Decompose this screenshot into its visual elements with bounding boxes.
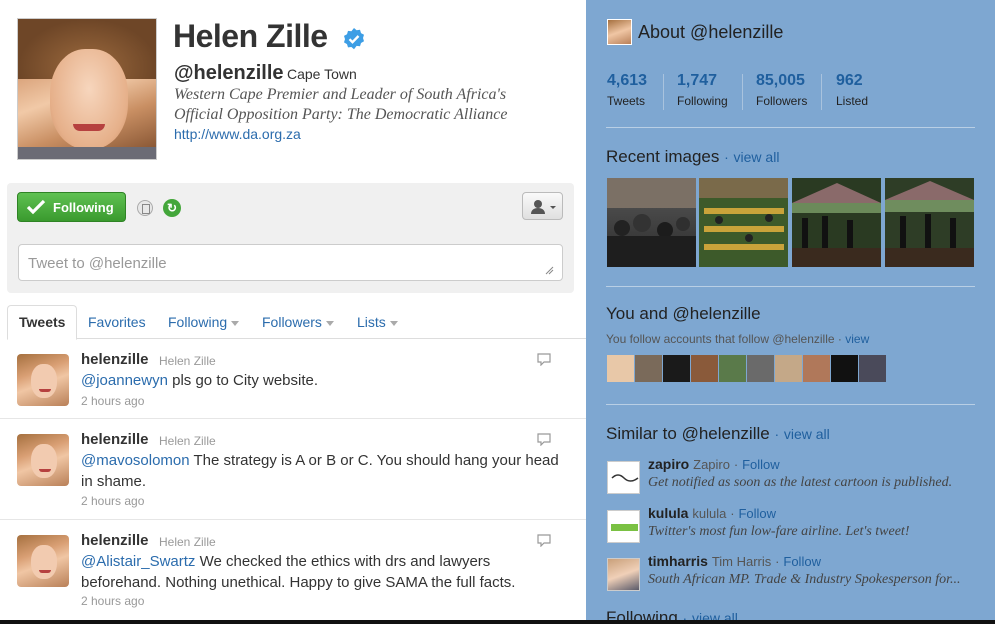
mutual-follower-avatar[interactable]: [607, 355, 634, 382]
similar-account-avatar[interactable]: [607, 461, 640, 494]
similar-account-avatar[interactable]: [607, 558, 640, 591]
tweet-avatar[interactable]: [17, 535, 69, 587]
tweet-text: @Alistair_Swartz We checked the ethics w…: [81, 553, 516, 591]
resize-handle-icon[interactable]: [544, 265, 554, 275]
mutual-follower-avatar[interactable]: [775, 355, 802, 382]
caret-down-icon: [389, 320, 398, 326]
about-avatar[interactable]: [607, 19, 632, 45]
tweet-timestamp[interactable]: 2 hours ago: [81, 394, 144, 408]
stat-following[interactable]: 1,747 Following: [677, 72, 728, 110]
tweet-mention-link[interactable]: @Alistair_Swartz: [81, 553, 195, 570]
similar-follow-link[interactable]: Follow: [742, 457, 780, 472]
reply-icon[interactable]: [537, 433, 551, 446]
stat-followers[interactable]: 85,005 Followers: [756, 72, 807, 110]
tweet-text: @joannewyn pls go to City website.: [81, 372, 319, 389]
tweet-item[interactable]: helenzille Helen Zille @mavosolomon The …: [0, 419, 586, 520]
similar-username[interactable]: kulula: [648, 505, 688, 521]
tweet-username[interactable]: helenzille: [81, 351, 149, 368]
mutual-follower-avatar[interactable]: [635, 355, 662, 382]
tweet-display-name: Helen Zille: [159, 434, 216, 448]
similar-follow-link[interactable]: Follow: [738, 506, 776, 521]
tweet-display-name: Helen Zille: [159, 535, 216, 549]
tweet-display-name: Helen Zille: [159, 354, 216, 368]
retweets-icon[interactable]: ↻: [163, 199, 181, 217]
mutual-follower-avatar[interactable]: [663, 355, 690, 382]
mutual-follower-avatar[interactable]: [831, 355, 858, 382]
device-notifications-icon[interactable]: [137, 200, 153, 216]
person-icon: [531, 200, 556, 214]
tab-tweets[interactable]: Tweets: [7, 305, 78, 340]
tweet-to-input[interactable]: Tweet to @helenzille: [18, 244, 563, 281]
similar-follow-link[interactable]: Follow: [783, 554, 821, 569]
user-actions-dropdown[interactable]: [522, 192, 563, 220]
recent-image-thumb[interactable]: [885, 178, 974, 267]
mutual-follower-avatar[interactable]: [859, 355, 886, 382]
profile-avatar[interactable]: [17, 18, 157, 160]
sidebar: About @helenzille 4,613 Tweets 1,747 Follo…: [586, 0, 995, 620]
profile-url-link[interactable]: http://www.da.org.za: [174, 126, 301, 142]
tweet-username[interactable]: helenzille: [81, 431, 149, 448]
stat-tweets[interactable]: 4,613 Tweets: [607, 72, 647, 110]
action-panel: Following ↻ Tweet to @helenzille: [7, 183, 574, 293]
tweet-mention-link[interactable]: @joannewyn: [81, 372, 168, 389]
following-button-label: Following: [53, 199, 114, 215]
window-bottom-edge: [0, 620, 995, 624]
similar-bio: South African MP. Trade & Industry Spoke…: [648, 572, 961, 587]
following-view-all-link[interactable]: view all: [692, 610, 738, 620]
recent-images-view-all-link[interactable]: view all: [734, 149, 780, 165]
recent-image-thumb[interactable]: [607, 178, 696, 267]
tab-followers[interactable]: Followers: [262, 305, 334, 339]
tweet-input-placeholder: Tweet to @helenzille: [28, 255, 167, 272]
similar-bio: Twitter's most fun low-fare airline. Let…: [648, 524, 910, 539]
profile-handle: @helenzille: [174, 62, 284, 84]
tweet-avatar[interactable]: [17, 434, 69, 486]
caret-down-icon: [231, 320, 240, 326]
tweet-avatar[interactable]: [17, 354, 69, 406]
tweet-text: @mavosolomon The strategy is A or B or C…: [81, 452, 559, 490]
recent-images-title: Recent images · view all: [606, 147, 780, 166]
profile-name: Helen Zille: [173, 18, 328, 54]
following-section-title: Following · view all: [606, 608, 738, 620]
recent-image-thumb[interactable]: [699, 178, 788, 267]
stat-listed[interactable]: 962 Listed: [836, 72, 868, 110]
verified-badge-icon: [344, 28, 364, 50]
mutual-follower-avatar[interactable]: [719, 355, 746, 382]
reply-icon[interactable]: [537, 534, 551, 547]
tweet-timestamp[interactable]: 2 hours ago: [81, 494, 144, 508]
tweet-timestamp[interactable]: 2 hours ago: [81, 594, 144, 608]
profile-location: Cape Town: [287, 66, 357, 82]
similar-username[interactable]: zapiro: [648, 456, 689, 472]
tab-lists[interactable]: Lists: [357, 305, 398, 339]
similar-username[interactable]: timharris: [648, 553, 708, 569]
tweet-item[interactable]: helenzille Helen Zille @Alistair_Swartz …: [0, 520, 586, 620]
similar-account-avatar[interactable]: [607, 510, 640, 543]
similar-title: Similar to @helenzille · view all: [606, 424, 830, 443]
mutual-follower-avatar[interactable]: [691, 355, 718, 382]
similar-bio: Get notified as soon as the latest carto…: [648, 475, 953, 490]
about-title: About @helenzille: [638, 22, 784, 42]
profile-bio: Western Cape Premier and Leader of South…: [174, 86, 508, 123]
mutual-follower-avatar[interactable]: [747, 355, 774, 382]
following-button[interactable]: Following: [17, 192, 126, 222]
tweet-username[interactable]: helenzille: [81, 532, 149, 549]
tab-favorites[interactable]: Favorites: [88, 305, 146, 339]
reply-icon[interactable]: [537, 353, 551, 366]
you-follow-text: You follow accounts that follow @helenzi…: [606, 332, 870, 346]
recent-image-thumb[interactable]: [792, 178, 881, 267]
tweet-mention-link[interactable]: @mavosolomon: [81, 452, 190, 469]
tab-following[interactable]: Following: [168, 305, 240, 339]
mutual-follower-avatar[interactable]: [803, 355, 830, 382]
check-icon: [26, 199, 46, 215]
main-column: Helen Zille @helenzille Cape Town Wester…: [0, 0, 586, 620]
you-and-title: You and @helenzille: [606, 304, 761, 323]
profile-tabs: Tweets Favorites Following Followers Lis…: [7, 305, 586, 340]
you-follow-view-link[interactable]: view: [845, 332, 869, 346]
similar-view-all-link[interactable]: view all: [784, 426, 830, 442]
caret-down-icon: [325, 320, 334, 326]
tweet-item[interactable]: helenzille Helen Zille @joannewyn pls go…: [0, 339, 586, 419]
